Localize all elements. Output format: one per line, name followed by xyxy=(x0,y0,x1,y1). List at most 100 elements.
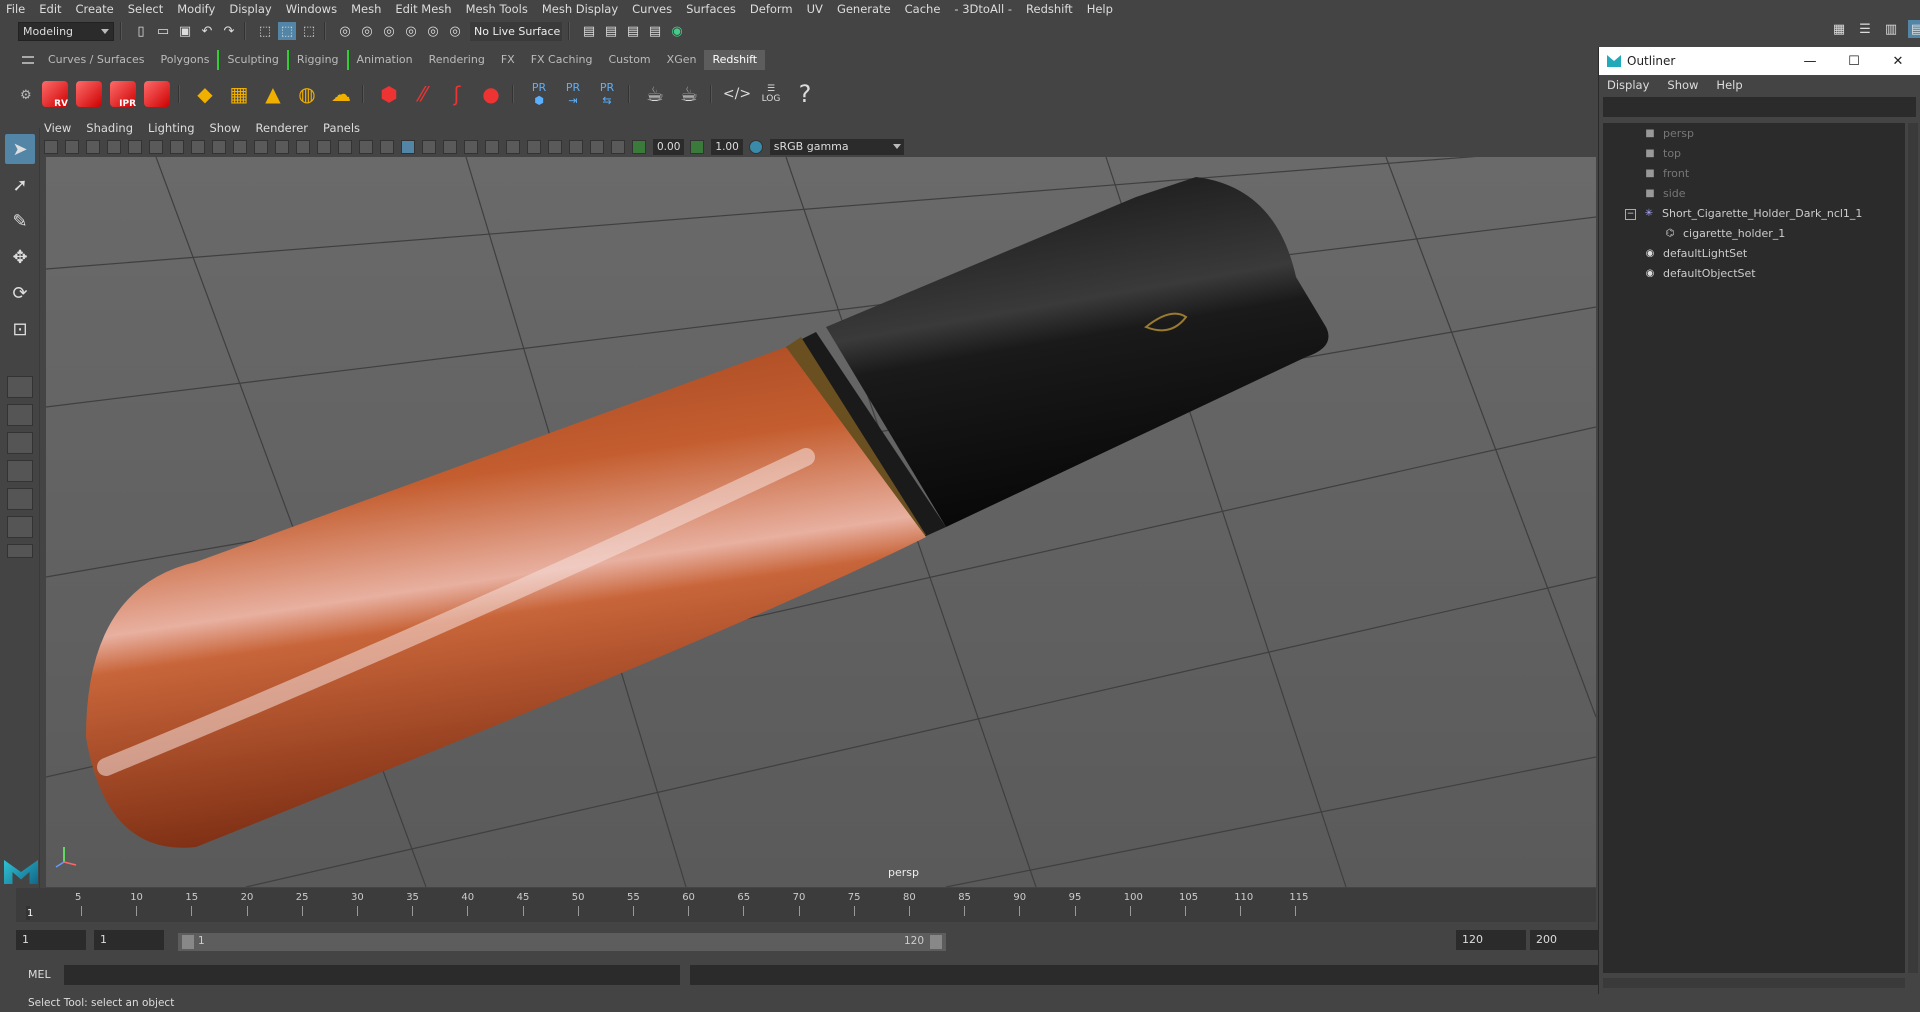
menu-curves[interactable]: Curves xyxy=(632,2,672,16)
rs-volume-icon[interactable]: ⁄⁄ xyxy=(408,77,438,111)
outliner-menu-display[interactable]: Display xyxy=(1607,78,1649,92)
range-slider[interactable]: 1 120 xyxy=(178,933,946,951)
tab-custom[interactable]: Custom xyxy=(601,50,659,70)
menu-windows[interactable]: Windows xyxy=(286,2,337,16)
gamma-field[interactable]: 1.00 xyxy=(711,139,743,155)
panel-menu-panels[interactable]: Panels xyxy=(323,121,360,135)
outliner-menu-help[interactable]: Help xyxy=(1716,78,1742,92)
scale-tool-icon[interactable]: ⊡ xyxy=(5,314,35,344)
xray-joints-icon[interactable] xyxy=(590,140,604,154)
persp-graph-layout-icon[interactable] xyxy=(7,460,33,482)
outliner-item-mesh[interactable]: ⌬ cigarette_holder_1 xyxy=(1663,225,1786,243)
rs-area-light-icon[interactable]: ◆ xyxy=(190,77,220,111)
snap-view-plane-icon[interactable]: ◎ xyxy=(424,22,442,40)
attribute-editor-icon[interactable]: ☰ xyxy=(1856,20,1874,38)
render-frame-icon[interactable]: ▤ xyxy=(580,22,598,40)
render-view-icon[interactable]: ▤ xyxy=(602,22,620,40)
time-slider[interactable]: 1 5 10 15 20 25 30 35 40 45 50 55 60 65 70 75 80 85 90 95 1… xyxy=(16,888,1596,922)
rs-hair-icon[interactable]: ʃ xyxy=(442,77,472,111)
ambient-occlusion-icon[interactable] xyxy=(464,140,478,154)
select-tool-icon[interactable]: ➤ xyxy=(5,134,35,164)
redshift-render-icon[interactable] xyxy=(74,77,104,111)
tab-polygons[interactable]: Polygons xyxy=(153,50,218,70)
select-hierarchy-icon[interactable]: ⬚ xyxy=(256,22,274,40)
redshift-settings-icon[interactable] xyxy=(142,77,172,111)
safe-action-icon[interactable] xyxy=(275,140,289,154)
panel-menu-renderer[interactable]: Renderer xyxy=(256,121,309,135)
menu-mesh-display[interactable]: Mesh Display xyxy=(542,2,618,16)
collapse-layouts-icon[interactable] xyxy=(7,544,33,558)
animation-start-field[interactable]: 1 xyxy=(16,930,86,950)
outliner-item-side[interactable]: ■ side xyxy=(1643,185,1685,203)
use-all-lights-icon[interactable] xyxy=(422,140,436,154)
new-scene-icon[interactable]: ▯ xyxy=(132,22,150,40)
paint-select-tool-icon[interactable]: ✎ xyxy=(5,206,35,236)
xray-icon[interactable] xyxy=(569,140,583,154)
2d-pan-zoom-icon[interactable] xyxy=(128,140,142,154)
live-surface-field[interactable]: No Live Surface xyxy=(470,21,562,41)
redshift-render-view-icon[interactable]: RV xyxy=(40,77,70,111)
menu-edit[interactable]: Edit xyxy=(39,2,61,16)
wireframe-icon[interactable] xyxy=(317,140,331,154)
shadows-icon[interactable] xyxy=(443,140,457,154)
help-icon[interactable]: ? xyxy=(790,77,820,111)
maximize-icon[interactable]: ☐ xyxy=(1832,54,1876,69)
gamma-toggle-icon[interactable] xyxy=(690,140,705,154)
field-chart-icon[interactable] xyxy=(254,140,268,154)
rs-proxy-icon[interactable]: ⬢ xyxy=(374,77,404,111)
rs-pr-import-icon[interactable]: PR ⇥ xyxy=(558,77,588,111)
anti-aliasing-icon[interactable] xyxy=(506,140,520,154)
tab-rigging[interactable]: Rigging xyxy=(286,50,347,70)
channel-box-icon[interactable]: ▤ xyxy=(1908,20,1920,38)
collapse-icon[interactable]: − xyxy=(1625,208,1636,220)
rs-script-editor-icon[interactable]: </> xyxy=(722,77,752,111)
image-plane-icon[interactable] xyxy=(107,140,121,154)
outliner-item-persp[interactable]: ■ persp xyxy=(1643,125,1694,143)
tab-curves-surfaces[interactable]: Curves / Surfaces xyxy=(40,50,153,70)
rotate-tool-icon[interactable]: ⟳ xyxy=(5,278,35,308)
minimize-icon[interactable]: — xyxy=(1788,54,1832,69)
single-perspective-layout-icon[interactable] xyxy=(7,376,33,398)
rs-pr-export-icon[interactable]: PR ⬢ xyxy=(524,77,554,111)
render-settings-icon[interactable]: ▤ xyxy=(646,22,664,40)
menu-generate[interactable]: Generate xyxy=(837,2,891,16)
rs-log-icon[interactable]: ☰ LOG xyxy=(756,77,786,111)
safe-title-icon[interactable] xyxy=(296,140,310,154)
close-icon[interactable]: ✕ xyxy=(1876,54,1920,69)
outliner-horizontal-scrollbar[interactable] xyxy=(1603,978,1905,988)
tab-redshift[interactable]: Redshift xyxy=(704,50,766,70)
wireframe-on-shaded-icon[interactable] xyxy=(380,140,394,154)
tool-settings-icon[interactable]: ▥ xyxy=(1882,20,1900,38)
outliner-item-front[interactable]: ■ front xyxy=(1643,165,1689,183)
perspective-viewport[interactable]: persp xyxy=(46,157,1596,887)
hypershade-icon[interactable]: ◉ xyxy=(668,22,686,40)
view-transform-dropdown[interactable]: sRGB gamma xyxy=(769,139,904,155)
smooth-shade-icon[interactable] xyxy=(338,140,352,154)
range-start-handle[interactable] xyxy=(182,935,194,949)
redo-icon[interactable]: ↷ xyxy=(220,22,238,40)
rs-sphere-icon[interactable]: ● xyxy=(476,77,506,111)
menu-help[interactable]: Help xyxy=(1087,2,1113,16)
depth-of-field-icon[interactable] xyxy=(527,140,541,154)
undo-icon[interactable]: ↶ xyxy=(198,22,216,40)
redshift-ipr-icon[interactable]: IPR xyxy=(108,77,138,111)
four-view-layout-icon[interactable] xyxy=(7,404,33,426)
panel-menu-lighting[interactable]: Lighting xyxy=(148,121,194,135)
rs-pr-convert-icon[interactable]: PR ⇆ xyxy=(592,77,622,111)
outliner-vertical-scrollbar[interactable] xyxy=(1908,123,1918,973)
tab-animation[interactable]: Animation xyxy=(346,50,421,70)
isolate-select-icon[interactable] xyxy=(548,140,562,154)
menu-mesh[interactable]: Mesh xyxy=(351,2,381,16)
lasso-tool-icon[interactable]: ➚ xyxy=(5,170,35,200)
modeling-toolkit-icon[interactable]: ▦ xyxy=(1830,20,1848,38)
outliner-menu-show[interactable]: Show xyxy=(1667,78,1698,92)
rs-teapot-icon[interactable]: ☕ xyxy=(640,77,670,111)
animation-end-field[interactable]: 200 xyxy=(1530,930,1600,950)
outliner-item-lightset[interactable]: ◉ defaultLightSet xyxy=(1643,245,1748,263)
resolution-gate-icon[interactable] xyxy=(212,140,226,154)
menu-surfaces[interactable]: Surfaces xyxy=(686,2,736,16)
tab-fx[interactable]: FX xyxy=(493,50,523,70)
tab-xgen[interactable]: XGen xyxy=(659,50,705,70)
playback-start-field[interactable]: 1 xyxy=(94,930,164,950)
select-object-icon[interactable]: ⬚ xyxy=(278,22,296,40)
